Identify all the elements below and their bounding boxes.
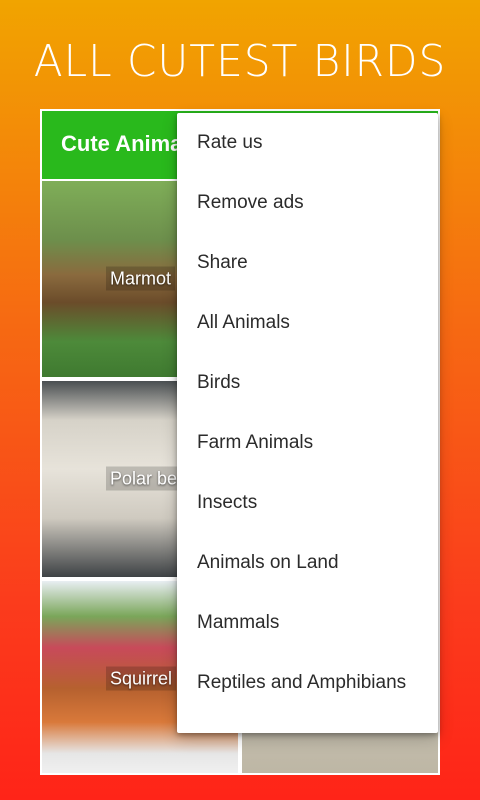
menu-item-remove-ads[interactable]: Remove ads xyxy=(177,173,438,233)
menu-item-all-animals[interactable]: All Animals xyxy=(177,293,438,353)
menu-item-share[interactable]: Share xyxy=(177,233,438,293)
menu-item-rate-us[interactable]: Rate us xyxy=(177,113,438,173)
promo-title: ALL CUTEST BIRDS xyxy=(33,36,447,87)
menu-item-birds[interactable]: Birds xyxy=(177,353,438,413)
menu-item-insects[interactable]: Insects xyxy=(177,473,438,533)
menu-item-reptiles-amphibians[interactable]: Reptiles and Amphibians xyxy=(177,653,438,713)
menu-item-animals-on-land[interactable]: Animals on Land xyxy=(177,533,438,593)
menu-item-farm-animals[interactable]: Farm Animals xyxy=(177,413,438,473)
menu-item-mammals[interactable]: Mammals xyxy=(177,593,438,653)
overflow-menu: Rate us Remove ads Share All Animals Bir… xyxy=(177,113,438,733)
